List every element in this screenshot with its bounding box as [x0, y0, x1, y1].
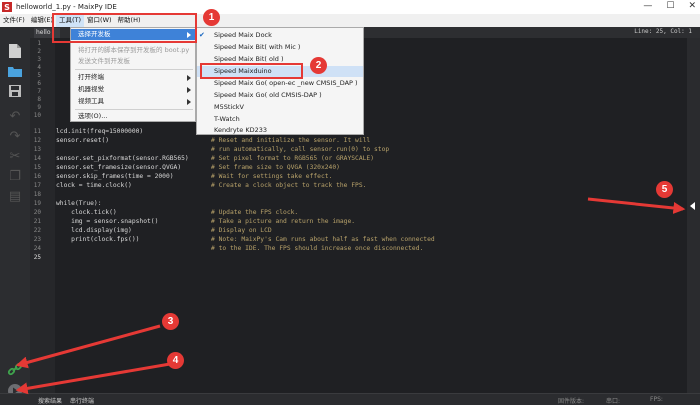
- annotation-arrows: [15, 197, 686, 395]
- annotation-badge-2: 2: [310, 57, 327, 74]
- annotation-badge-1: 1: [203, 9, 220, 26]
- arrow-run: [15, 362, 171, 395]
- annotation-badge-3: 3: [162, 313, 179, 330]
- arrow-scroll-toggle: [587, 197, 686, 214]
- arrow-connect: [15, 324, 161, 369]
- annotation-badge-4: 4: [167, 352, 184, 369]
- annotation-badge-5: 5: [656, 181, 673, 198]
